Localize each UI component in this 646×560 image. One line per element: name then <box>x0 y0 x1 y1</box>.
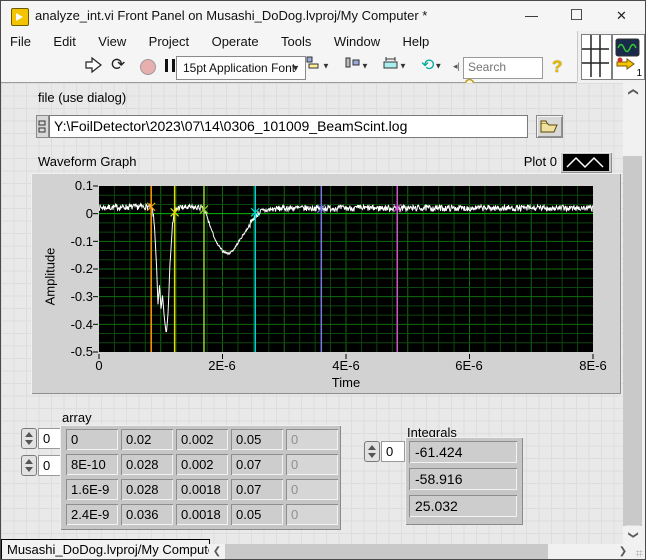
integrals-index[interactable]: 0 <box>381 441 405 462</box>
resize-objects-dropdown[interactable]: ▼ <box>383 56 407 78</box>
plot-area[interactable] <box>99 186 593 352</box>
run-button[interactable] <box>85 56 102 78</box>
array-cell[interactable]: 0.028 <box>121 479 173 500</box>
run-count-badge: 1 <box>636 68 642 79</box>
menu-bar: File Edit View Project Operate Tools Win… <box>1 31 577 54</box>
search-box[interactable] <box>463 57 543 79</box>
array-cell[interactable]: 0.002 <box>176 454 228 475</box>
x-tick: 8E-6 <box>563 358 623 373</box>
browse-button[interactable] <box>536 115 563 138</box>
font-selector[interactable]: 15pt Application Font ▼ <box>176 56 306 80</box>
toolbar: ⟳ 15pt Application Font ▼ ▼ ▼ ▼ ⟲▼ ◂| ? <box>1 53 577 83</box>
y-tick: -0.5 <box>53 344 93 359</box>
x-tick: 6E-6 <box>439 358 499 373</box>
array-cell-disabled: 0 <box>286 504 338 525</box>
toolbar-separator-icon: ◂| <box>453 61 460 83</box>
front-panel: file (use dialog) Y:\FoilDetector\2023\0… <box>1 83 623 544</box>
font-selector-value: 15pt Application Font <box>183 61 295 75</box>
file-path-input[interactable]: Y:\FoilDetector\2023\07\14\0306_101009_B… <box>49 115 528 138</box>
search-input[interactable] <box>464 58 524 75</box>
array-cell[interactable]: 0.036 <box>121 504 173 525</box>
vertical-scroll-thumb[interactable] <box>623 156 642 526</box>
y-tick: 0 <box>53 206 93 221</box>
array-cell-disabled: 0 <box>286 454 338 475</box>
array-cell[interactable]: 8E-10 <box>66 454 118 475</box>
array-cell[interactable]: 0.05 <box>231 429 283 450</box>
waveform-graph-label: Waveform Graph <box>38 154 137 169</box>
menu-operate[interactable]: Operate <box>203 31 268 53</box>
array-index-2[interactable]: 0 <box>38 455 62 476</box>
array-label: array <box>62 410 92 425</box>
y-tick: -0.2 <box>53 261 93 276</box>
array-cell[interactable]: 0.028 <box>121 454 173 475</box>
array-cell[interactable]: 0.0018 <box>176 479 228 500</box>
horizontal-scroll-thumb[interactable] <box>225 544 548 560</box>
array-cell[interactable]: 0.002 <box>176 429 228 450</box>
integral-value: -58.916 <box>409 468 517 490</box>
vi-icon[interactable]: 1 <box>612 34 645 80</box>
integral-value: -61.424 <box>409 441 517 463</box>
menu-view[interactable]: View <box>89 31 135 53</box>
array-cell-disabled: 0 <box>286 429 338 450</box>
y-tick: -0.1 <box>53 234 93 249</box>
waveform-graph[interactable]: Amplitude Time 0.1 0 -0.1 -0.2 -0.3 -0.4… <box>31 173 621 394</box>
array-cell[interactable]: 0 <box>66 429 118 450</box>
path-type-icon[interactable] <box>36 115 49 138</box>
menu-tools[interactable]: Tools <box>272 31 320 53</box>
y-tick: 0.1 <box>53 178 93 193</box>
labview-app-icon <box>11 8 29 26</box>
menu-window[interactable]: Window <box>325 31 389 53</box>
menu-edit[interactable]: Edit <box>44 31 84 53</box>
context-help-button[interactable]: ? <box>552 57 562 77</box>
file-control-label: file (use dialog) <box>38 90 126 105</box>
array-cell[interactable]: 1.6E-9 <box>66 479 118 500</box>
array-cell[interactable]: 0.0018 <box>176 504 228 525</box>
title-bar[interactable]: analyze_int.vi Front Panel on Musashi_Do… <box>1 1 645 31</box>
x-tick: 0 <box>69 358 129 373</box>
folder-open-icon <box>540 119 559 133</box>
alignment-grid-icon <box>581 34 612 80</box>
pause-button[interactable] <box>165 59 175 72</box>
scroll-down-icon[interactable]: ❯ <box>626 526 640 545</box>
window-title: analyze_int.vi Front Panel on Musashi_Do… <box>35 8 427 23</box>
array-cell[interactable]: 2.4E-9 <box>66 504 118 525</box>
array-cell[interactable]: 0.02 <box>121 429 173 450</box>
y-tick: -0.3 <box>53 289 93 304</box>
plot-legend-label[interactable]: Plot 0 <box>477 154 557 169</box>
project-context-label[interactable]: Musashi_DoDog.lvproj/My Computer <box>1 539 210 560</box>
run-continuous-button[interactable]: ⟳ <box>111 55 125 77</box>
x-axis-label: Time <box>306 375 386 390</box>
abort-button[interactable] <box>140 59 156 75</box>
resize-grip[interactable] <box>632 544 646 560</box>
plot-legend-swatch[interactable] <box>560 152 612 173</box>
x-tick: 2E-6 <box>192 358 252 373</box>
array-index-stepper-1[interactable] <box>21 428 37 449</box>
scroll-left-icon[interactable]: ❮ <box>209 544 225 560</box>
chevron-down-icon: ▼ <box>291 57 300 79</box>
menu-help[interactable]: Help <box>394 31 439 53</box>
reorder-dropdown[interactable]: ⟲▼ <box>421 55 442 77</box>
corner-icon-area: 1 <box>577 31 646 82</box>
array-cell-disabled: 0 <box>286 479 338 500</box>
array-cell[interactable]: 0.05 <box>231 504 283 525</box>
array-cell[interactable]: 0.07 <box>231 479 283 500</box>
minimize-button[interactable]: — <box>509 1 554 31</box>
align-objects-dropdown[interactable]: ▼ <box>306 56 330 78</box>
maximize-button[interactable]: ☐ <box>554 1 599 31</box>
integral-value: 25.032 <box>409 495 517 517</box>
close-button[interactable]: ✕ <box>599 1 644 31</box>
scroll-up-icon[interactable]: ❮ <box>626 83 640 102</box>
distribute-objects-dropdown[interactable]: ▼ <box>345 56 369 78</box>
menu-file[interactable]: File <box>1 31 40 53</box>
array-cell[interactable]: 0.07 <box>231 454 283 475</box>
array-index-1[interactable]: 0 <box>38 428 62 449</box>
y-tick: -0.4 <box>53 317 93 332</box>
array-index-stepper-2[interactable] <box>21 455 37 476</box>
x-tick: 4E-6 <box>316 358 376 373</box>
menu-project[interactable]: Project <box>140 31 198 53</box>
scroll-right-icon[interactable]: ❯ <box>615 544 631 560</box>
labview-window: analyze_int.vi Front Panel on Musashi_Do… <box>0 0 646 560</box>
integrals-index-stepper[interactable] <box>364 441 380 462</box>
